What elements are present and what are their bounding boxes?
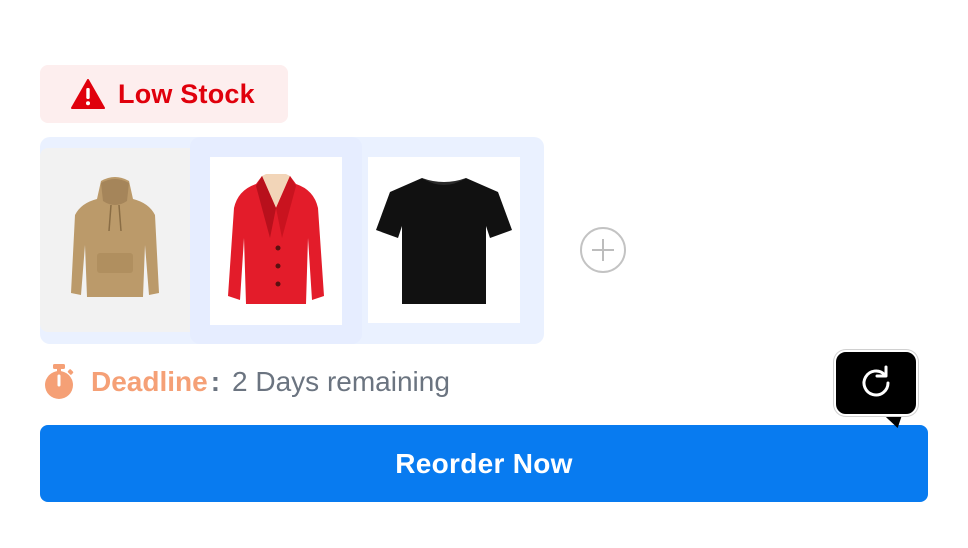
- black-tshirt-thumbnail[interactable]: [368, 157, 520, 323]
- hoodie-icon: [71, 177, 159, 297]
- deadline-row: Deadline : 2 Days remaining: [42, 362, 450, 402]
- tshirt-icon: [376, 178, 512, 304]
- red-blazer-thumbnail[interactable]: [210, 157, 342, 325]
- hoodie-thumbnail[interactable]: [40, 148, 190, 332]
- reorder-now-button[interactable]: Reorder Now: [40, 425, 928, 502]
- low-stock-label: Low Stock: [118, 78, 255, 109]
- blazer-icon: [228, 174, 324, 304]
- warning-triangle-icon: [71, 79, 105, 109]
- deadline-label: Deadline: [91, 366, 208, 397]
- deadline-value: 2 Days remaining: [232, 366, 450, 397]
- reorder-card: Low Stock Deadline: 2 Days remaining Re…: [0, 0, 968, 548]
- stopwatch-icon: [42, 364, 76, 400]
- refresh-button[interactable]: [834, 350, 918, 416]
- refresh-icon: [862, 365, 890, 397]
- deadline-separator: :: [210, 366, 221, 397]
- low-stock-badge: Low Stock: [40, 65, 288, 123]
- add-product-button[interactable]: [580, 227, 626, 273]
